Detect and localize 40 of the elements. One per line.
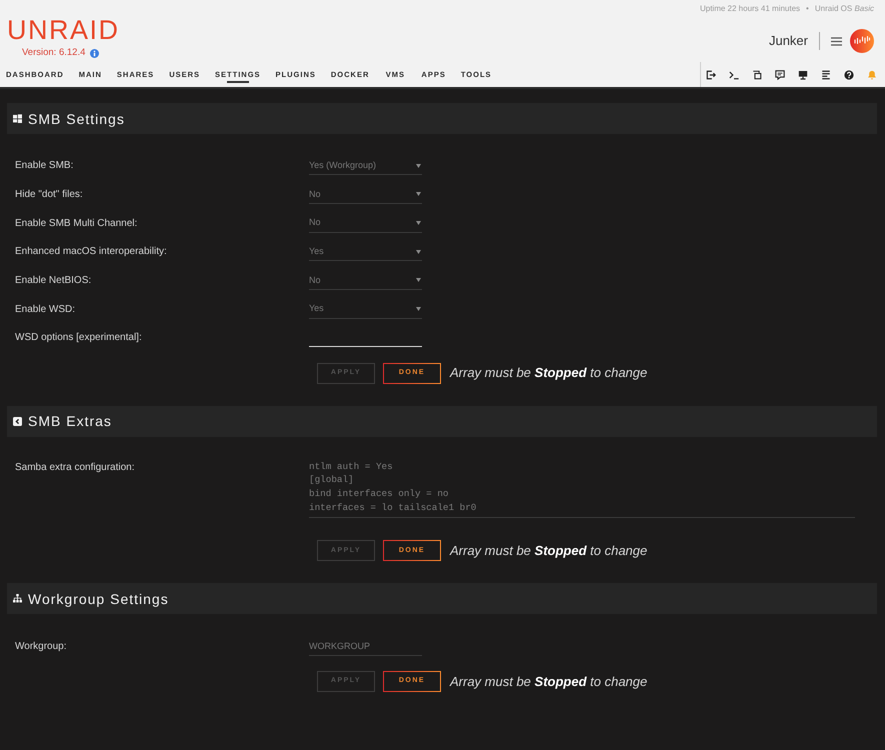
license-text: Unraid OS Basic	[814, 4, 874, 14]
hierarchy-icon	[13, 594, 22, 604]
status-note: Array must be Stopped to change	[450, 542, 648, 560]
field-label: Samba extra configuration:	[14, 460, 136, 475]
chevron-square-icon	[13, 416, 22, 426]
section-title: Workgroup Settings	[28, 590, 169, 608]
field-label: Enhanced macOS interoperability:	[14, 245, 168, 260]
logo-text: UNRAID	[7, 15, 120, 45]
list-icon[interactable]	[821, 70, 831, 80]
copy-icon[interactable]	[752, 70, 762, 80]
avatar-icon[interactable]	[850, 29, 874, 53]
bullet-separator: •	[806, 4, 809, 14]
caret-icon	[416, 192, 421, 196]
info-icon[interactable]	[90, 48, 100, 58]
field-label: Enable WSD:	[14, 302, 76, 317]
field-label: Hide "dot" files:	[14, 188, 84, 202]
caret-icon	[416, 278, 421, 282]
help-icon[interactable]	[844, 70, 854, 80]
field-label: Enable NetBIOS:	[14, 274, 92, 288]
four-squares-icon	[13, 114, 22, 123]
status-note: Array must be Stopped to change	[450, 364, 648, 382]
terminal-icon[interactable]	[729, 70, 739, 80]
field-label: WSD options [experimental]:	[14, 331, 143, 346]
uptime-text: Uptime 22 hours 41 minutes	[700, 4, 800, 14]
monitor-icon[interactable]	[798, 70, 808, 80]
section-title: SMB Settings	[28, 110, 125, 128]
caret-icon	[416, 307, 421, 312]
caret-icon	[416, 250, 421, 254]
field-label: Enable SMB:	[14, 159, 74, 174]
server-name: Junker	[768, 33, 808, 49]
caret-icon	[416, 164, 421, 168]
section-title: SMB Extras	[28, 412, 112, 430]
logout-icon[interactable]	[706, 70, 716, 80]
message-icon[interactable]	[775, 70, 785, 80]
field-label: Enable SMB Multi Channel:	[14, 216, 138, 231]
version-label[interactable]: Version: 6.12.4	[22, 47, 86, 59]
field-label: Workgroup:	[14, 640, 68, 654]
status-note: Array must be Stopped to change	[450, 672, 648, 691]
caret-icon	[416, 221, 421, 226]
menu-icon[interactable]	[831, 36, 842, 46]
